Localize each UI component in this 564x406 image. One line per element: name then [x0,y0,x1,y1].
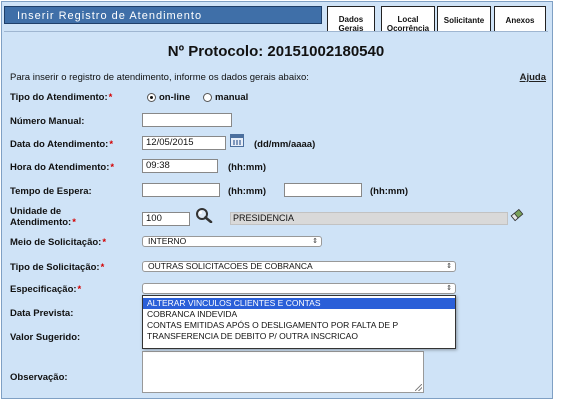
form-panel: Nº Protocolo: 20151002180540 Para inseri… [4,31,548,395]
tipo-solicitacao-select[interactable]: OUTRAS SOLICITACOES DE COBRANCA ⇕ [142,261,456,272]
especificacao-dropdown-list: ALTERAR VINCULOS CLIENTES E CONTAS COBRA… [142,295,456,349]
label-tipo-solicitacao: Tipo de Solicitação:* [10,262,105,273]
label-numero-manual: Número Manual: [10,116,85,127]
protocol-number: Nº Protocolo: 20151002180540 [167,43,385,60]
magnifier-icon[interactable] [194,207,214,223]
label-unidade-line1: Unidade de [10,206,62,217]
meio-solicitacao-value: INTERNO [148,236,187,246]
help-link[interactable]: Ajuda [512,72,546,84]
tempo-espera-start-hint: (hh:mm) [228,186,266,197]
date-format-hint: (dd/mm/aaaa) [254,139,316,150]
radio-manual-label: manual [215,92,249,103]
tab-label-line1: Local [397,15,419,24]
radio-online-label: on-line [159,92,191,103]
updown-arrow-icon: ⇕ [446,263,452,270]
tempo-espera-end-input[interactable] [284,183,362,197]
label-valor-sugerido: Valor Sugerido: [10,332,81,343]
tempo-espera-start-input[interactable] [142,183,220,197]
eraser-icon[interactable] [510,208,524,222]
tab-label: Solicitante [443,16,485,25]
dropdown-option[interactable]: COBRANCA INDEVIDA [143,309,455,320]
intro-text: Para inserir o registro de atendimento, … [10,72,309,83]
label-tempo-espera: Tempo de Espera: [10,186,92,197]
observacao-textarea[interactable] [142,351,424,393]
label-observacao: Observação: [10,372,68,383]
especificacao-select[interactable]: ⇕ [142,283,456,294]
dropdown-option[interactable]: TRANSFERENCIA DE DEBITO P/ OUTRA INSCRIC… [143,331,455,342]
label-unidade-line2: Atendimento:* [10,217,76,228]
data-atendimento-input[interactable]: 12/05/2015 [142,136,226,150]
tab-label: Anexos [505,16,535,25]
calendar-icon[interactable] [230,134,244,147]
updown-arrow-icon: ⇕ [446,285,452,292]
updown-arrow-icon: ⇕ [312,238,318,245]
tab-dados-gerais[interactable]: Dados Gerais [327,6,375,33]
unidade-name-display: PRESIDENCIA [230,212,508,225]
label-data-atendimento: Data do Atendimento:* [10,139,114,150]
dropdown-option[interactable]: CONTAS EMITIDAS APÓS O DESLIGAMENTO POR … [143,320,455,331]
tab-anexos[interactable]: Anexos [494,6,546,32]
tab-label-line1: Dados [338,15,364,24]
label-hora-atendimento: Hora do Atendimento:* [10,162,115,173]
label-tipo-atendimento: Tipo do Atendimento:* [10,92,113,103]
tab-local-ocorrencia[interactable]: Local Ocorrência [381,6,435,33]
title-bar: Inserir Registro de Atendimento [4,6,322,24]
window-title: Inserir Registro de Atendimento [17,10,203,22]
resize-handle[interactable] [415,384,422,391]
radio-manual[interactable] [203,93,212,102]
meio-solicitacao-select[interactable]: INTERNO ⇕ [142,236,322,247]
numero-manual-input[interactable] [142,113,232,127]
dropdown-option[interactable]: ALTERAR VINCULOS CLIENTES E CONTAS [143,298,455,309]
tab-solicitante[interactable]: Solicitante [437,6,491,32]
label-meio-solicitacao: Meio de Solicitação:* [10,237,107,248]
time-format-hint: (hh:mm) [228,162,266,173]
label-data-prevista: Data Prevista: [10,308,74,319]
radio-online[interactable] [147,93,156,102]
unidade-code-input[interactable]: 100 [142,212,190,226]
hora-atendimento-input[interactable]: 09:38 [142,159,218,173]
tempo-espera-end-hint: (hh:mm) [370,186,408,197]
tipo-solicitacao-value: OUTRAS SOLICITACOES DE COBRANCA [148,261,313,271]
label-especificacao: Especificação:* [10,284,82,295]
